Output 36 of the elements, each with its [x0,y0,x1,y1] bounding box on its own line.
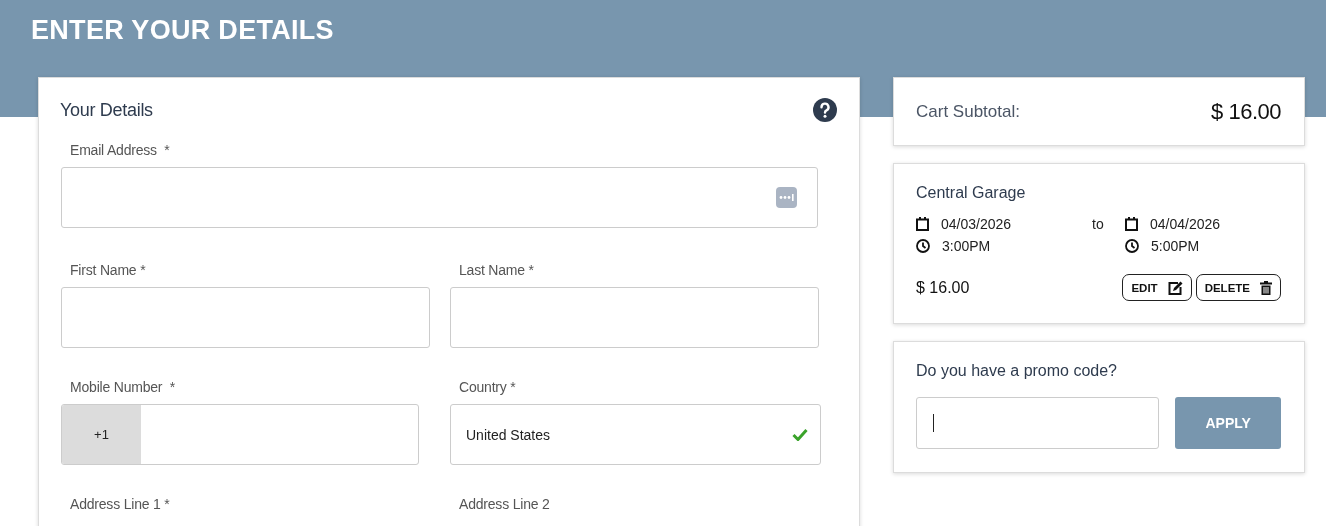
field-label: Address Line 2 [458,496,551,512]
edit-button[interactable]: EDIT [1122,274,1192,301]
calendar-icon [1125,217,1138,231]
date-separator: to [1092,216,1105,234]
start-time: 3:00PM [942,238,991,254]
page-title: ENTER YOUR DETAILS [30,14,335,46]
field-label: Mobile Number * [69,379,176,395]
country-field[interactable]: United States [450,404,821,465]
promo-title: Do you have a promo code? [916,362,1118,380]
field-label: Country * [458,379,517,395]
autofill-icon[interactable] [776,187,797,208]
clock-icon [1125,239,1139,253]
end-time: 5:00PM [1151,238,1200,254]
delete-button[interactable]: DELETE [1195,274,1281,301]
last-name-field[interactable] [450,287,819,348]
section-title: Your Details [60,99,153,121]
clock-icon [916,239,930,253]
phone-field[interactable]: +1 [61,404,419,465]
field-label: First Name * [69,262,147,278]
end-date: 04/04/2026 [1150,216,1221,232]
calendar-icon [916,217,929,231]
email-field[interactable] [61,167,818,228]
edit-icon [1167,280,1183,295]
trash-icon [1260,280,1272,295]
field-label: Email Address * [69,142,171,158]
location-name: Central Garage [916,184,1027,202]
field-label: Address Line 1 * [69,496,171,512]
start-date: 04/03/2026 [941,216,1012,232]
country-code: +1 [62,405,141,464]
subtotal-label: Cart Subtotal: [916,101,1020,122]
first-name-field[interactable] [61,287,430,348]
help-icon[interactable] [813,98,837,122]
booking-price: $ 16.00 [916,278,970,297]
promo-code-field[interactable] [916,397,1160,449]
subtotal-value: $ 16.00 [1211,98,1281,125]
field-label: Last Name * [458,262,535,278]
